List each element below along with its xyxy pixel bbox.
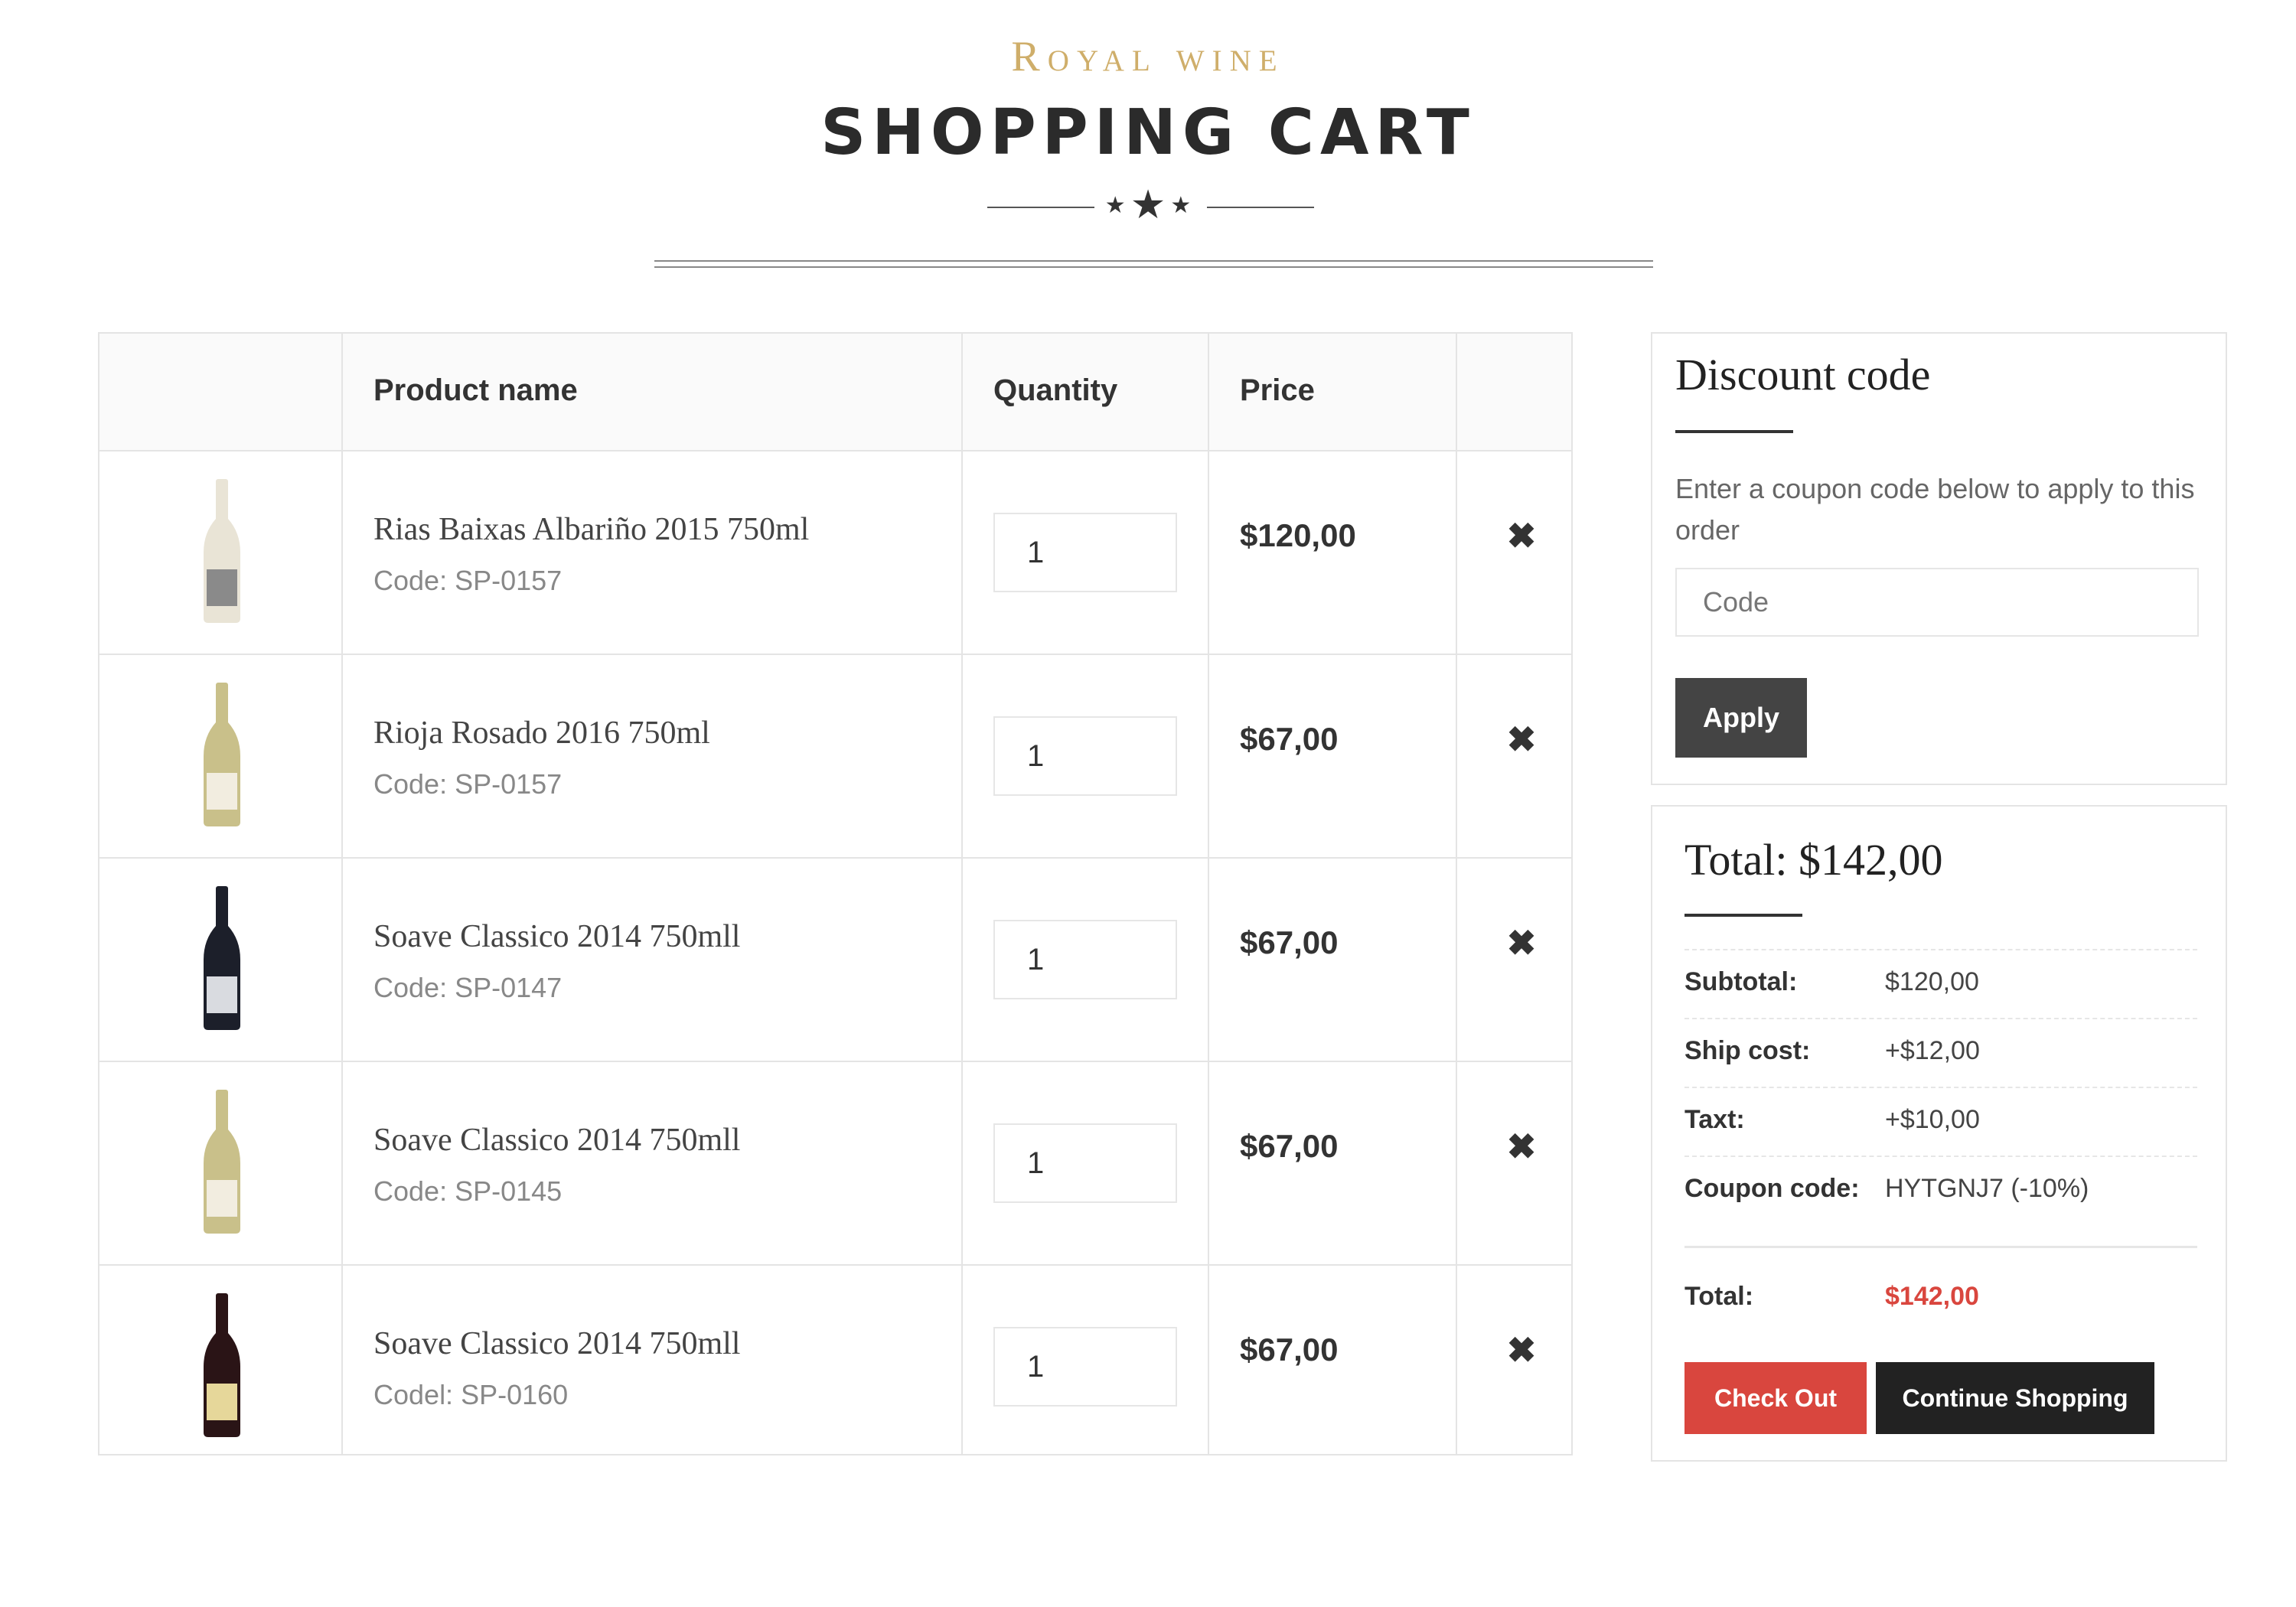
wine-bottle-image <box>204 479 240 623</box>
quantity-input[interactable] <box>993 716 1177 796</box>
discount-note: Enter a coupon code below to apply to th… <box>1675 473 2195 546</box>
product-image-cell <box>99 655 341 857</box>
close-icon[interactable]: ✖ <box>1500 921 1543 964</box>
star-ornament: ★ ★ ★ <box>1094 182 1202 228</box>
discount-code-panel: Discount code Enter a coupon code below … <box>1651 332 2227 785</box>
quantity-input[interactable] <box>993 1123 1177 1203</box>
product-name[interactable]: Rias Baixas Albariño 2015 750ml <box>373 511 809 548</box>
column-divider <box>1208 334 1209 1454</box>
product-image-cell <box>99 1266 341 1454</box>
wine-bottle-image <box>204 1293 240 1437</box>
quantity-input[interactable] <box>993 513 1177 592</box>
product-price: $67,00 <box>1240 1128 1339 1164</box>
product-code: Code: SP-0157 <box>373 565 563 596</box>
product-code: Code: SP-0145 <box>373 1175 563 1207</box>
wine-bottle-image <box>204 886 240 1030</box>
quantity-input[interactable] <box>993 1327 1177 1407</box>
subtotal-label: Subtotal: <box>1684 967 1798 996</box>
table-row: Soave Classico 2014 750mll Code: SP-0145… <box>99 1062 1571 1266</box>
column-header-product: Product name <box>373 373 578 407</box>
subtotal-row: Subtotal: $120,00 <box>1684 949 2197 1018</box>
wine-bottle-image <box>204 1090 240 1234</box>
product-image-cell <box>99 859 341 1061</box>
cart-table: Product name Quantity Price Rias Baixas … <box>98 332 1573 1455</box>
tax-row: Taxt: +$10,00 <box>1684 1087 2197 1156</box>
tax-value: +$10,00 <box>1885 1105 1980 1134</box>
ship-cost-row: Ship cost: +$12,00 <box>1684 1018 2197 1087</box>
header-divider <box>654 260 1653 268</box>
star-icon: ★ <box>1170 192 1192 218</box>
column-divider <box>341 334 343 1454</box>
continue-shopping-button[interactable]: Continue Shopping <box>1876 1362 2154 1434</box>
quantity-input[interactable] <box>993 920 1177 999</box>
ornament-line-right <box>1207 207 1314 208</box>
page-title: SHOPPING CART <box>820 96 1476 169</box>
grand-total-label: Total: <box>1684 1282 1754 1311</box>
coupon-code-input[interactable] <box>1675 568 2199 637</box>
close-icon[interactable]: ✖ <box>1500 718 1543 761</box>
grand-total-value: $142,00 <box>1885 1282 1979 1311</box>
product-price: $67,00 <box>1240 924 1339 960</box>
wine-bottle-image <box>204 683 240 826</box>
star-icon: ★ <box>1104 192 1126 218</box>
close-icon[interactable]: ✖ <box>1500 514 1543 557</box>
table-row: Rias Baixas Albariño 2015 750ml Code: SP… <box>99 451 1571 655</box>
close-icon[interactable]: ✖ <box>1500 1125 1543 1168</box>
product-code: Codel: SP-0160 <box>373 1379 569 1410</box>
column-divider <box>1456 334 1457 1454</box>
check-out-button[interactable]: Check Out <box>1684 1362 1867 1434</box>
star-icon: ★ <box>1130 183 1166 227</box>
total-heading: Total: $142,00 <box>1684 835 1943 885</box>
product-name[interactable]: Rioja Rosado 2016 750ml <box>373 715 710 751</box>
product-code: Code: SP-0147 <box>373 972 563 1003</box>
product-name[interactable]: Soave Classico 2014 750mll <box>373 918 740 955</box>
product-image-cell <box>99 1062 341 1264</box>
table-row: Soave Classico 2014 750mll Codel: SP-016… <box>99 1266 1571 1454</box>
apply-button[interactable]: Apply <box>1675 678 1807 758</box>
title-underline <box>1684 914 1802 917</box>
table-row: Soave Classico 2014 750mll Code: SP-0147… <box>99 859 1571 1062</box>
product-name[interactable]: Soave Classico 2014 750mll <box>373 1325 740 1362</box>
coupon-row: Coupon code: HYTGNJ7 (-10%) <box>1684 1156 2197 1224</box>
table-row: Rioja Rosado 2016 750ml Code: SP-0157 $6… <box>99 655 1571 859</box>
table-header-row: Product name Quantity Price <box>99 334 1571 451</box>
column-divider <box>961 334 963 1454</box>
coupon-label: Coupon code: <box>1684 1174 1860 1203</box>
product-code: Code: SP-0157 <box>373 768 563 800</box>
title-underline <box>1675 430 1793 433</box>
brand-name: Royal wine <box>1011 33 1285 80</box>
product-name[interactable]: Soave Classico 2014 750mll <box>373 1122 740 1159</box>
ship-cost-value: +$12,00 <box>1885 1036 1980 1065</box>
product-price: $67,00 <box>1240 721 1339 757</box>
subtotal-value: $120,00 <box>1885 967 1979 996</box>
coupon-value: HYTGNJ7 (-10%) <box>1885 1174 2089 1203</box>
order-total-panel: Total: $142,00 Subtotal: $120,00 Ship co… <box>1651 805 2227 1462</box>
discount-title: Discount code <box>1675 350 1931 399</box>
product-image-cell <box>99 451 341 654</box>
column-header-price: Price <box>1240 373 1315 407</box>
product-price: $67,00 <box>1240 1332 1339 1367</box>
tax-label: Taxt: <box>1684 1105 1745 1134</box>
close-icon[interactable]: ✖ <box>1500 1328 1543 1371</box>
column-header-quantity: Quantity <box>993 373 1118 407</box>
grand-total-row: Total: $142,00 <box>1684 1246 2197 1315</box>
ornament-line-left <box>987 207 1094 208</box>
product-price: $120,00 <box>1240 517 1356 553</box>
ship-cost-label: Ship cost: <box>1684 1036 1811 1065</box>
